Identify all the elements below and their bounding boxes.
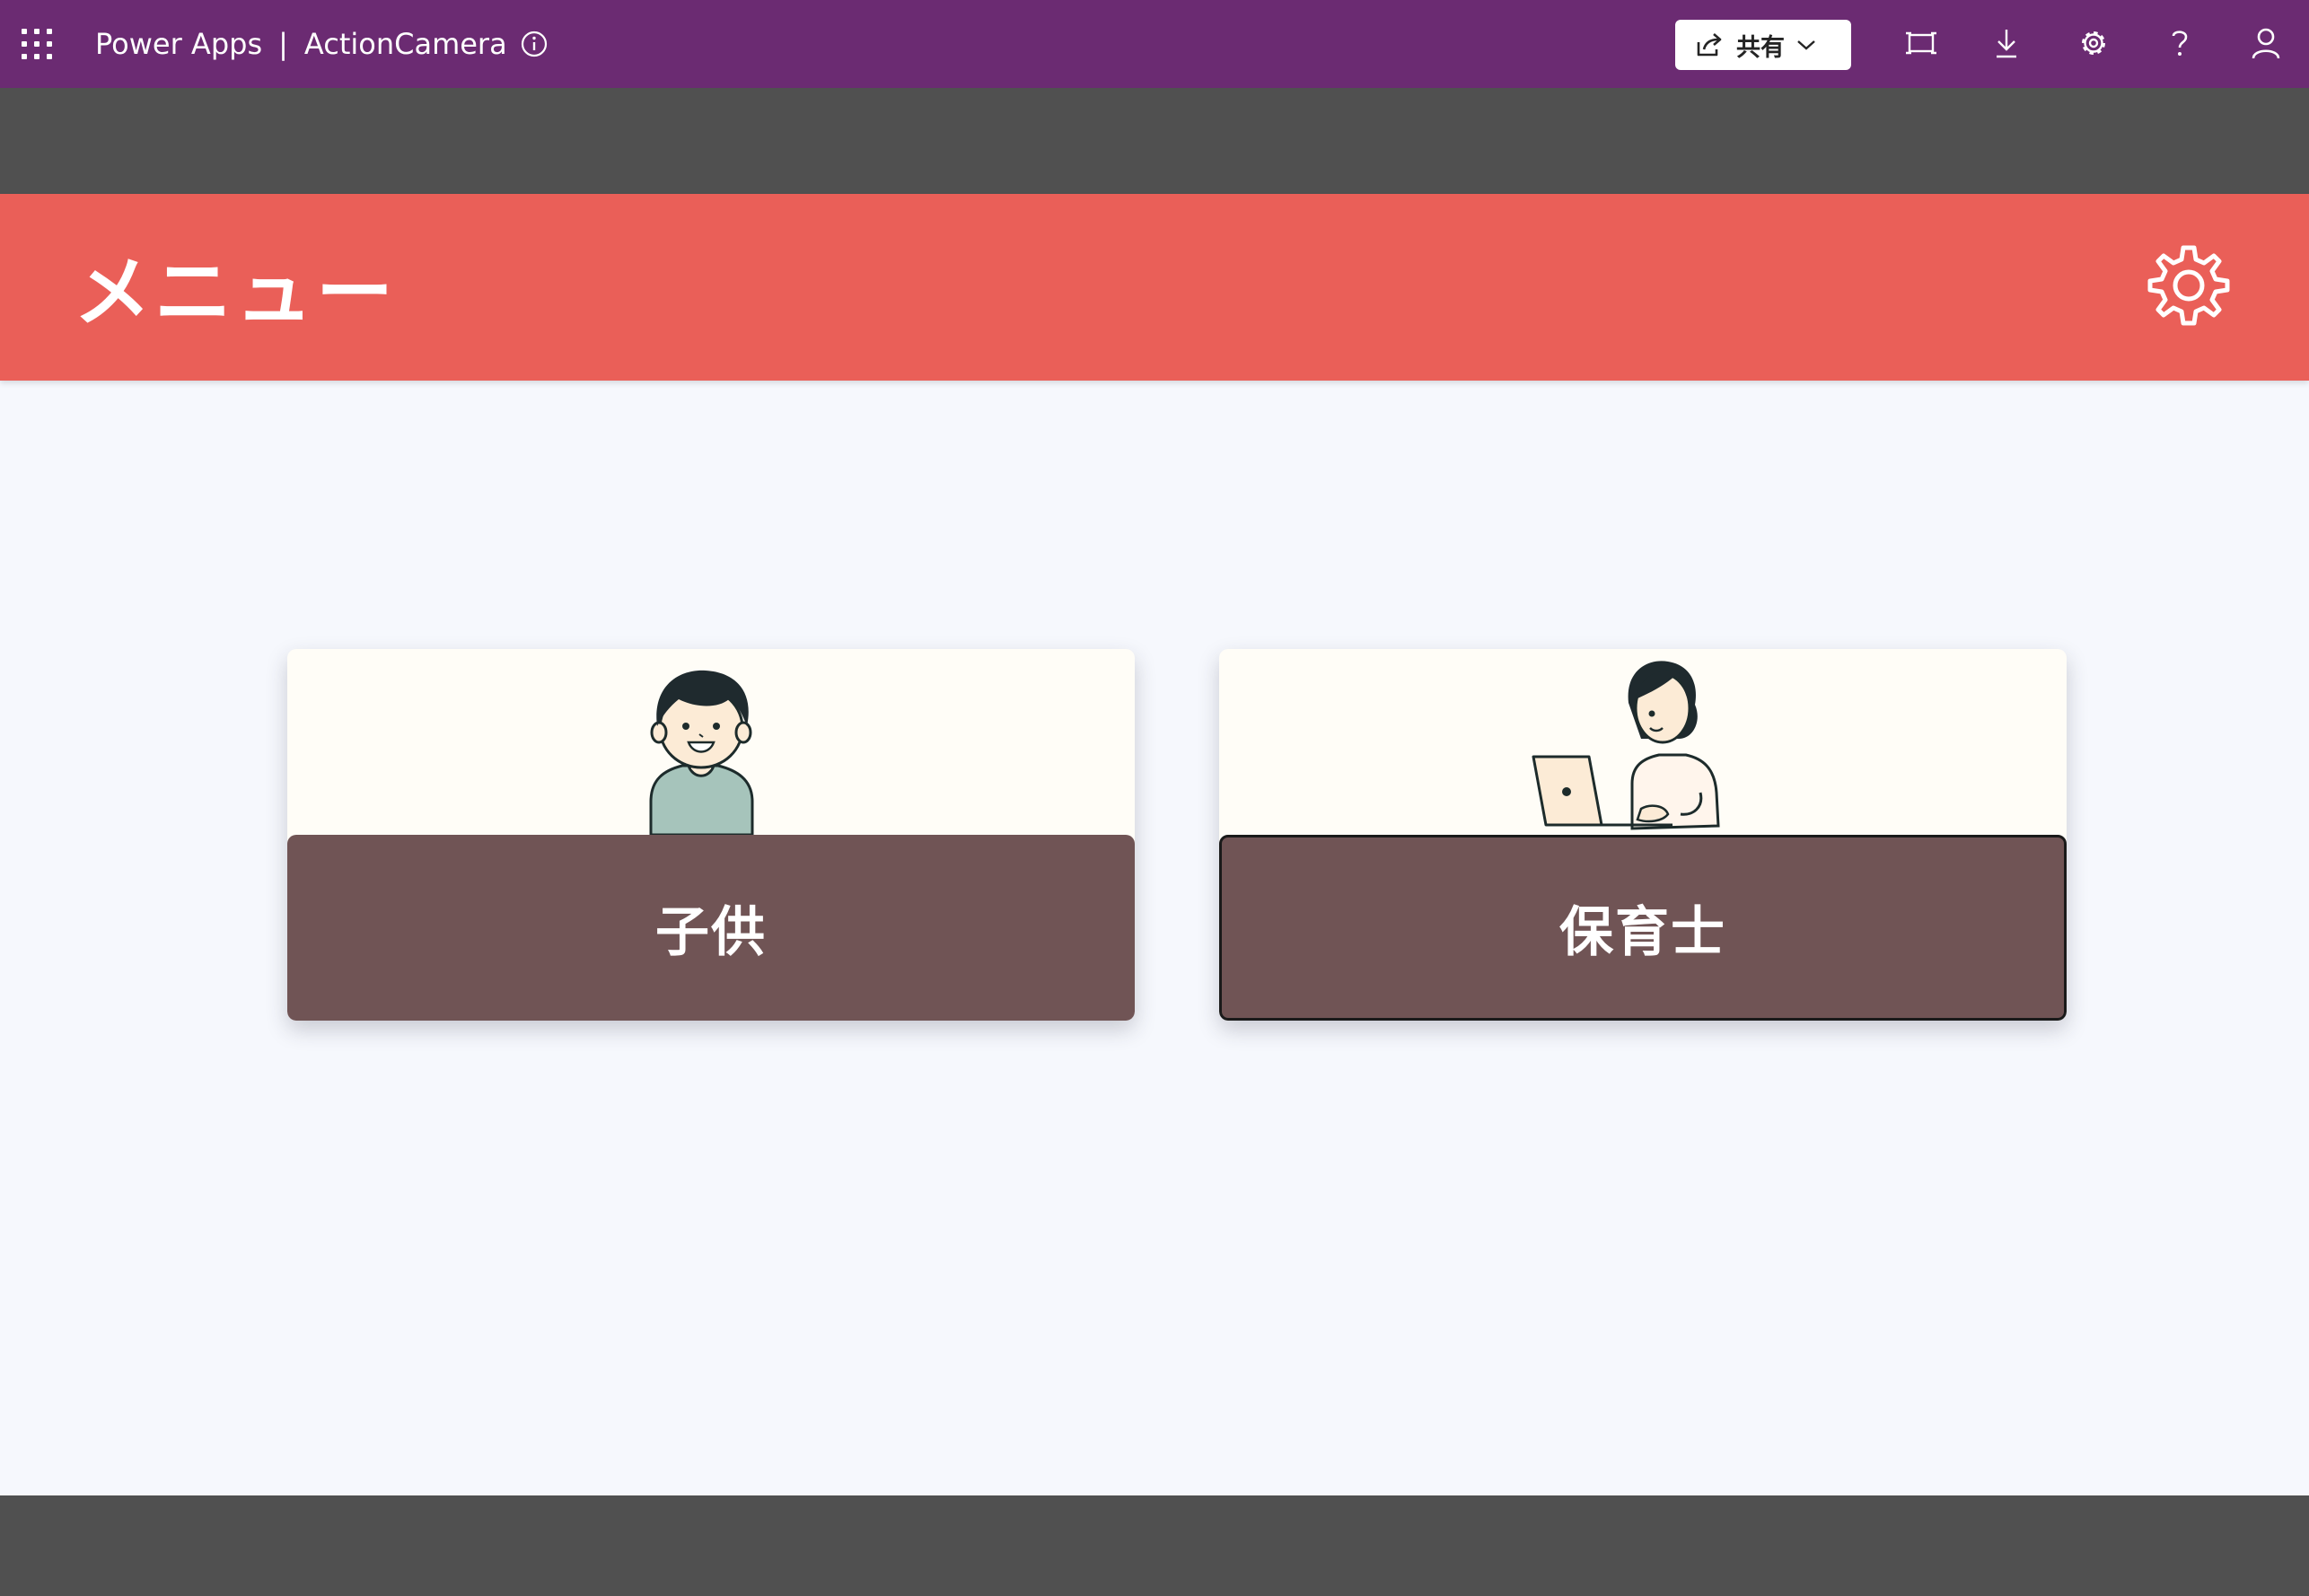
title-separator: | [278,27,288,61]
fit-screen-icon[interactable] [1903,25,1939,61]
power-apps-topbar: Power Apps | ActionCamera 共有 [0,0,2309,88]
person-icon[interactable] [2248,25,2284,61]
canvas-frame-top [0,88,2309,194]
teacher-illustration [1532,661,1720,830]
menu-card-child[interactable]: 子供 [287,649,1135,1021]
help-icon[interactable] [2162,25,2198,61]
info-icon[interactable] [519,29,549,59]
settings-gear-icon[interactable] [2140,241,2234,334]
menu-card-teacher[interactable]: 保育士 [1219,649,2067,1021]
app-name: ActionCamera [303,27,507,61]
product-name: Power Apps [95,27,263,61]
app-title: Power Apps | ActionCamera [95,25,507,63]
page-title: メニュー [74,248,397,338]
download-icon[interactable] [1989,25,2024,61]
gear-icon[interactable] [2076,25,2111,61]
child-button-label: 子供 [287,835,1135,1021]
chevron-down-icon [1797,40,1815,50]
teacher-button-label: 保育士 [1219,835,2067,1021]
share-label: 共有 [1736,33,1785,62]
waffle-icon[interactable] [22,29,52,59]
menu-screen: メニュー 子供 保育士 [0,194,2309,1495]
share-icon [1697,33,1722,57]
screen-header: メニュー [0,194,2309,381]
canvas-frame-bottom [0,1495,2309,1596]
child-illustration [649,670,754,835]
share-button[interactable]: 共有 [1675,20,1851,70]
